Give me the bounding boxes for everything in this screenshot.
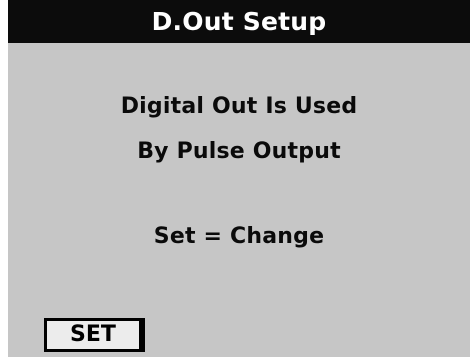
message-line-2: By Pulse Output	[137, 139, 341, 164]
set-button-label: SET	[70, 322, 116, 347]
screen-title: D.Out Setup	[151, 7, 327, 36]
device-screen: D.Out Setup Digital Out Is Used By Pulse…	[0, 0, 470, 357]
title-bar: D.Out Setup	[8, 0, 470, 43]
message-line-3: Set = Change	[153, 224, 325, 249]
set-button[interactable]: SET	[44, 318, 145, 352]
message-line-1: Digital Out Is Used	[120, 94, 358, 119]
message-panel: Digital Out Is Used By Pulse Output Set …	[8, 43, 470, 357]
